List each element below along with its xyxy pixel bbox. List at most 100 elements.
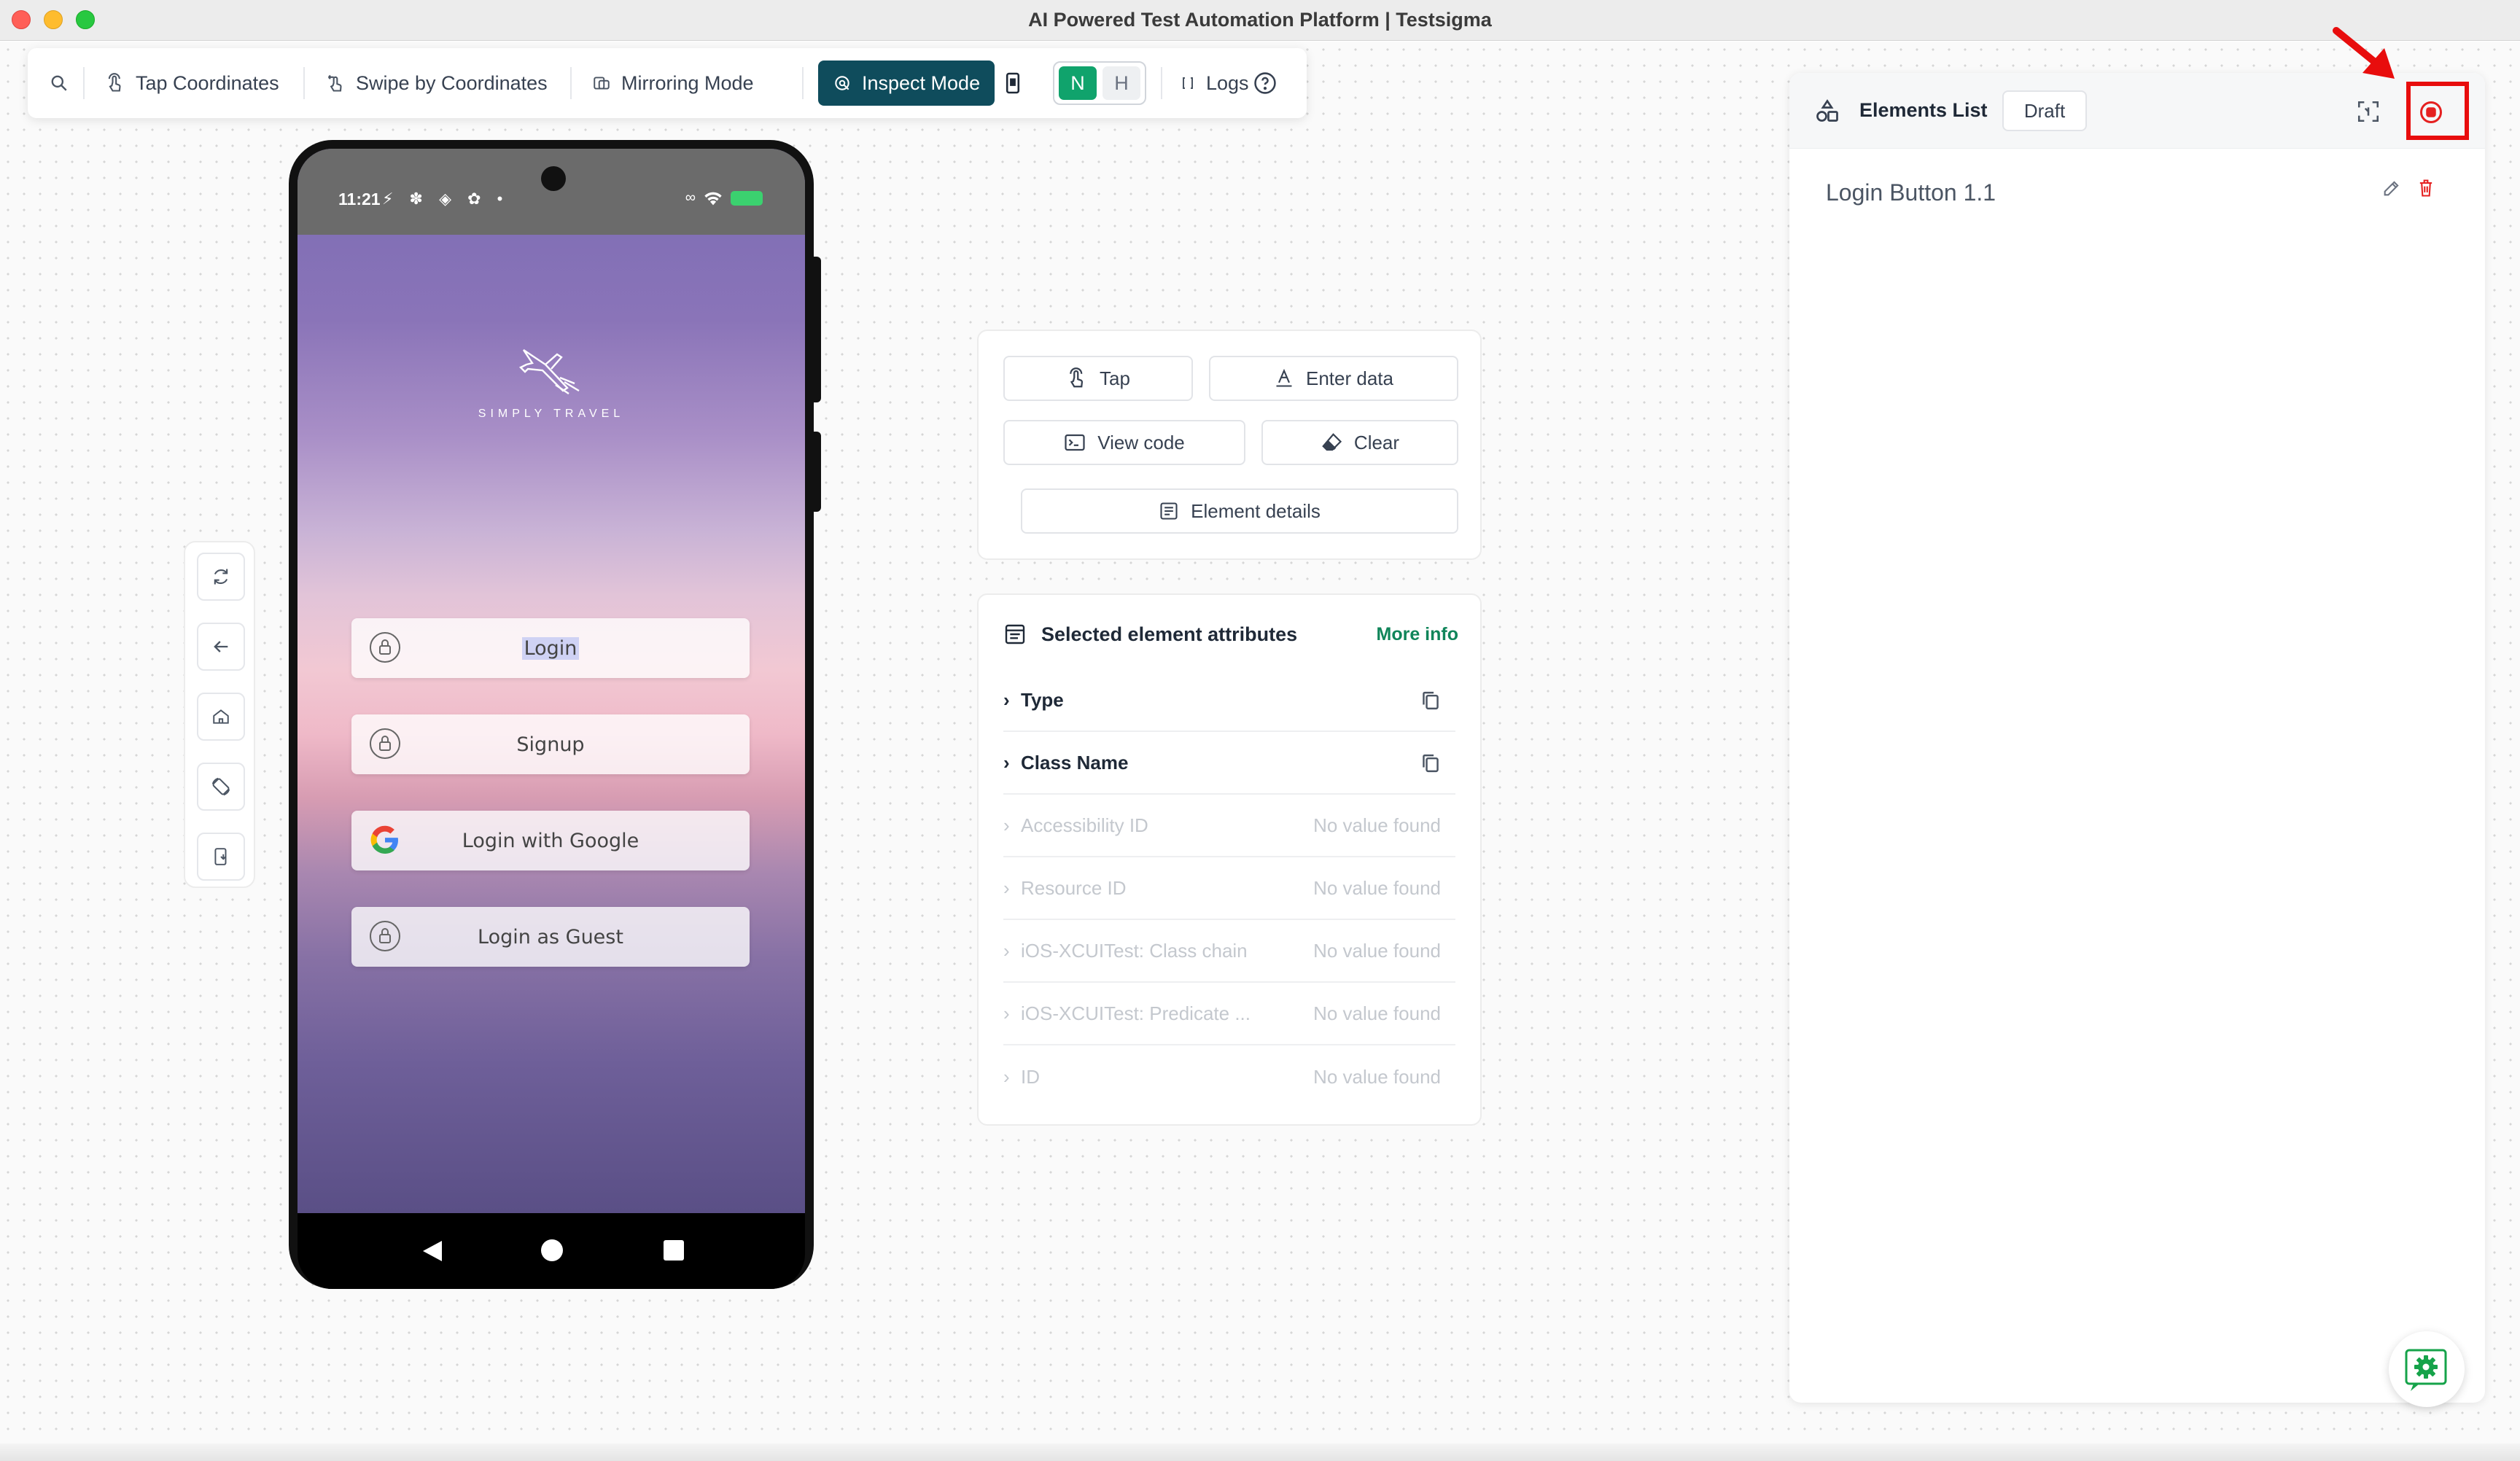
- chevron-right-icon: ›: [1003, 1002, 1010, 1024]
- shapes-icon: [1816, 99, 1838, 122]
- nav-back-icon[interactable]: [423, 1241, 442, 1261]
- toolbar-divider: [802, 67, 804, 99]
- device-home-button[interactable]: [197, 693, 245, 741]
- view-code-button[interactable]: View code: [1003, 420, 1245, 465]
- status-notification-icons: ⚡ ✽ ◈ ✿ •: [382, 190, 509, 208]
- logs-button[interactable]: Logs: [1151, 48, 1249, 118]
- edit-icon[interactable]: [2381, 178, 2402, 198]
- device-toggle-button[interactable]: [987, 48, 1022, 118]
- stop-button-highlight: [2406, 82, 2469, 140]
- chevron-right-icon: ›: [1003, 814, 1010, 836]
- text-input-icon: [1276, 368, 1292, 387]
- app-logo-text: SIMPLY TRAVEL: [478, 408, 625, 420]
- mirroring-mode-label: Mirroring Mode: [621, 71, 754, 94]
- nav-recents-icon[interactable]: [664, 1240, 684, 1261]
- delete-icon[interactable]: [2416, 178, 2435, 198]
- app-signup-button[interactable]: Signup: [351, 714, 750, 774]
- element-details-button[interactable]: Element details: [1021, 488, 1458, 534]
- elements-list-panel: Elements List Draft Login Button 1.1: [1789, 73, 2485, 1403]
- element-actions-panel: Tap Enter data View code Clear Element d…: [977, 330, 1482, 560]
- help-button[interactable]: [1253, 48, 1278, 118]
- attr-row-class-name[interactable]: › Class Name: [1003, 732, 1455, 795]
- more-info-link[interactable]: More info: [1377, 624, 1459, 645]
- search-icon: [51, 75, 67, 91]
- inspect-mode-button[interactable]: Inspect Mode: [818, 61, 995, 106]
- front-camera: [541, 166, 566, 191]
- wifi-icon: [704, 192, 722, 205]
- status-right-icons: ∞: [685, 190, 763, 206]
- install-app-button[interactable]: [197, 833, 245, 881]
- lock-icon: [370, 728, 400, 759]
- native-toggle-button[interactable]: N: [1059, 66, 1097, 100]
- attr-type-label: Type: [1021, 688, 1064, 711]
- attr-row-ios-predicate: › iOS-XCUITest: Predicate ... No value f…: [1003, 983, 1455, 1045]
- copy-icon[interactable]: [1420, 752, 1441, 774]
- enter-data-button[interactable]: Enter data: [1209, 356, 1458, 401]
- tap-action-label: Tap: [1100, 367, 1130, 389]
- window-titlebar: AI Powered Test Automation Platform | Te…: [0, 0, 2520, 41]
- enter-data-label: Enter data: [1306, 367, 1393, 389]
- code-icon: [1065, 434, 1085, 451]
- attr-ios-class-chain-value: No value found: [1313, 939, 1441, 962]
- copy-icon[interactable]: [1420, 690, 1441, 712]
- app-login-google-button[interactable]: Login with Google: [351, 811, 750, 870]
- attr-ios-predicate-value: No value found: [1313, 1002, 1441, 1024]
- attr-row-id: › ID No value found: [1003, 1045, 1455, 1108]
- logs-label: Logs: [1206, 71, 1249, 94]
- phone-icon: [1006, 72, 1020, 94]
- native-hybrid-toggle: N H: [1053, 61, 1146, 105]
- app-login-guest-button[interactable]: Login as Guest: [351, 907, 750, 967]
- attr-resource-id-value: No value found: [1313, 876, 1441, 899]
- tap-action-button[interactable]: Tap: [1003, 356, 1193, 401]
- hybrid-toggle-button[interactable]: H: [1102, 66, 1140, 100]
- attr-row-type[interactable]: › Type: [1003, 669, 1455, 732]
- swipe-by-coordinates-label: Swipe by Coordinates: [356, 71, 548, 94]
- swipe-icon: [327, 74, 342, 92]
- android-nav-bar: [298, 1213, 805, 1289]
- swipe-by-coordinates-button[interactable]: Swipe by Coordinates: [325, 48, 548, 118]
- refresh-button[interactable]: [197, 553, 245, 601]
- app-login-guest-label: Login as Guest: [478, 925, 623, 948]
- app-login-google-label: Login with Google: [462, 829, 639, 852]
- home-icon: [213, 709, 229, 724]
- selected-attributes-panel: Selected element attributes More info › …: [977, 593, 1482, 1126]
- attributes-icon: [1005, 624, 1025, 644]
- mirroring-mode-button[interactable]: Mirroring Mode: [592, 48, 754, 118]
- lock-icon: [370, 921, 400, 951]
- tap-icon: [1070, 367, 1084, 388]
- attributes-header: Selected element attributes More info: [1003, 620, 1458, 649]
- rotate-icon: [211, 777, 230, 796]
- help-icon: [1254, 72, 1276, 94]
- battery-icon: [731, 190, 763, 206]
- lock-icon: [370, 632, 400, 663]
- clear-button[interactable]: Clear: [1261, 420, 1458, 465]
- device-screen[interactable]: 11:21 ⚡ ✽ ◈ ✿ • ∞ SIMPLY TRAVEL Login Si…: [298, 149, 805, 1213]
- mirroring-icon: [594, 77, 610, 90]
- toolbar-divider: [303, 67, 305, 99]
- inspect-icon: [835, 76, 849, 90]
- element-details-label: Element details: [1191, 499, 1321, 522]
- chevron-right-icon: ›: [1003, 688, 1010, 711]
- element-list-item[interactable]: Login Button 1.1: [1826, 179, 1996, 206]
- tap-coordinates-label: Tap Coordinates: [136, 71, 279, 94]
- attributes-title: Selected element attributes: [1041, 623, 1298, 645]
- rotate-device-button[interactable]: [197, 763, 245, 811]
- app-login-button[interactable]: Login: [351, 618, 750, 678]
- window-title: AI Powered Test Automation Platform | Te…: [1028, 9, 1492, 31]
- clear-label: Clear: [1353, 431, 1400, 453]
- back-arrow-icon: [214, 641, 228, 652]
- ai-assistant-fab[interactable]: [2389, 1331, 2465, 1407]
- app-signup-label: Signup: [516, 733, 585, 756]
- app-login-label: Login: [521, 636, 580, 660]
- attr-id-value: No value found: [1313, 1065, 1441, 1088]
- capture-element-icon[interactable]: [2355, 99, 2381, 124]
- tap-coordinates-button[interactable]: Tap Coordinates: [105, 48, 279, 118]
- toolbar-divider: [570, 67, 572, 99]
- draft-badge[interactable]: Draft: [2002, 90, 2087, 131]
- inspect-mode-label: Inspect Mode: [862, 71, 981, 94]
- nav-home-icon[interactable]: [541, 1239, 563, 1261]
- tap-icon: [108, 73, 121, 92]
- airplane-logo-icon: [518, 349, 580, 394]
- device-back-button[interactable]: [197, 623, 245, 671]
- search-button[interactable]: [50, 48, 69, 118]
